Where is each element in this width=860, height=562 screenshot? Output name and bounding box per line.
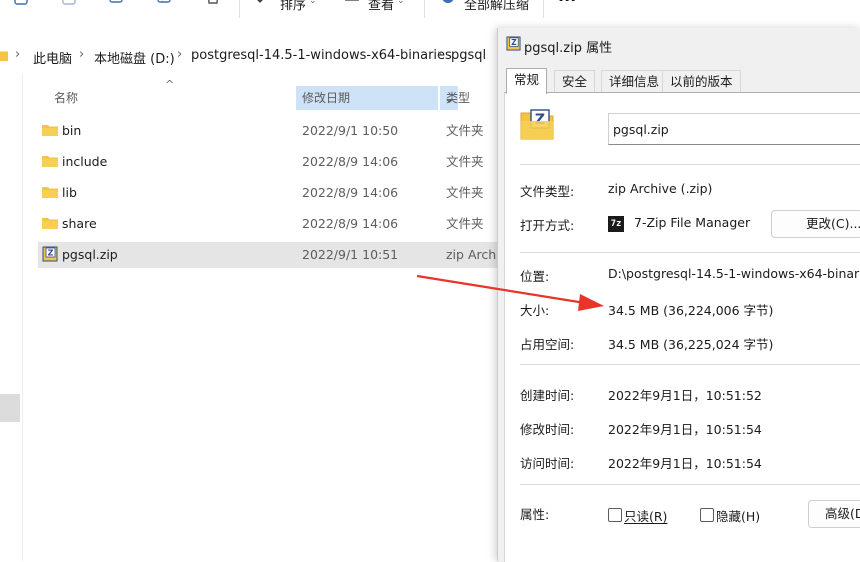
file-date: 2022/8/9 14:06 bbox=[302, 185, 399, 200]
readonly-label[interactable]: 只读(R) bbox=[624, 506, 667, 525]
file-name: include bbox=[62, 154, 108, 169]
location-label: 位置: bbox=[520, 269, 550, 284]
size-label: 大小: bbox=[520, 303, 550, 318]
file-name: pgsql.zip bbox=[62, 247, 118, 262]
size-value: 34.5 MB (36,224,006 字节) bbox=[608, 303, 774, 318]
file-type: zip Archi bbox=[446, 247, 500, 262]
file-date: 2022/8/9 14:06 bbox=[302, 216, 399, 231]
chevron-right-icon: › bbox=[79, 47, 85, 62]
sort-button[interactable]: 排序 bbox=[280, 0, 306, 13]
zip-file-icon: Z bbox=[42, 246, 58, 262]
file-date: 2022/9/1 10:51 bbox=[302, 247, 399, 262]
sort-icon bbox=[257, 0, 263, 3]
chevron-right-icon: › bbox=[177, 47, 183, 62]
zip-file-icon: Z bbox=[506, 36, 521, 51]
view-button[interactable]: 查看 bbox=[368, 0, 394, 13]
rename-icon[interactable] bbox=[106, 0, 128, 10]
file-type: 文件夹 bbox=[446, 216, 484, 231]
file-type-value: zip Archive (.zip) bbox=[608, 181, 713, 196]
svg-text:Z: Z bbox=[511, 38, 517, 47]
sort-chevron-icon: ⌄ bbox=[309, 0, 317, 6]
file-row-pgsql-zip[interactable]: Z pgsql.zip 2022/9/1 10:51 zip Archi bbox=[38, 242, 500, 268]
attributes-label: 属性: bbox=[520, 507, 550, 522]
opens-with-label: 打开方式: bbox=[520, 218, 575, 233]
filename-input[interactable] bbox=[608, 113, 860, 145]
chevron-right-icon: › bbox=[437, 47, 443, 62]
breadcrumb-local-disk-d[interactable]: 本地磁盘 (D:) bbox=[94, 48, 175, 67]
extract-all-button[interactable]: 全部解压缩 bbox=[464, 0, 529, 13]
file-date: 2022/8/9 14:06 bbox=[302, 154, 399, 169]
divider bbox=[520, 164, 860, 165]
file-name: bin bbox=[62, 123, 82, 138]
more-options-button[interactable]: ··· bbox=[558, 0, 576, 9]
file-name: share bbox=[62, 216, 97, 231]
toolbar-separator bbox=[239, 0, 240, 18]
file-type: 文件夹 bbox=[446, 154, 484, 169]
folder-icon bbox=[42, 125, 58, 136]
size-on-disk-value: 34.5 MB (36,225,024 字节) bbox=[608, 337, 774, 352]
chevron-right-icon: › bbox=[15, 47, 21, 62]
zip-file-large-icon: Z bbox=[520, 109, 554, 140]
file-row-include[interactable]: include 2022/8/9 14:06 文件夹 bbox=[38, 149, 498, 175]
properties-dialog: Z pgsql.zip 属性 常规 安全 详细信息 以前的版本 Z 文件类型: … bbox=[497, 28, 860, 562]
modified-value: 2022年9月1日，10:51:54 bbox=[608, 422, 762, 437]
divider bbox=[520, 484, 860, 485]
column-header-name[interactable]: 名称 bbox=[54, 86, 78, 110]
file-row-bin[interactable]: bin 2022/9/1 10:50 文件夹 bbox=[38, 118, 498, 144]
seven-zip-icon: 7z bbox=[608, 216, 624, 232]
toolbar-separator bbox=[543, 0, 544, 18]
column-header-type[interactable]: 类型 bbox=[446, 86, 470, 110]
folder-icon bbox=[0, 51, 8, 61]
tab-previous-versions[interactable]: 以前的版本 bbox=[662, 70, 741, 93]
created-value: 2022年9月1日，10:51:52 bbox=[608, 388, 762, 403]
extract-icon bbox=[442, 0, 454, 3]
tab-panel-general bbox=[504, 92, 860, 562]
copy-icon[interactable] bbox=[10, 0, 32, 10]
modified-label: 修改时间: bbox=[520, 422, 575, 437]
dialog-title: pgsql.zip 属性 bbox=[524, 41, 613, 56]
folder-icon bbox=[42, 156, 58, 167]
folder-icon bbox=[42, 218, 58, 229]
hidden-checkbox[interactable] bbox=[700, 508, 714, 522]
paste-icon[interactable] bbox=[58, 0, 80, 10]
file-row-lib[interactable]: lib 2022/8/9 14:06 文件夹 bbox=[38, 180, 498, 206]
readonly-checkbox[interactable] bbox=[608, 508, 622, 522]
view-icon bbox=[345, 0, 359, 1]
created-label: 创建时间: bbox=[520, 388, 575, 403]
svg-text:Z: Z bbox=[48, 249, 54, 258]
column-header-date-modified[interactable]: 修改日期 bbox=[296, 86, 438, 110]
share-icon[interactable] bbox=[154, 0, 176, 10]
tab-details[interactable]: 详细信息 bbox=[601, 70, 668, 93]
opens-with-value: 7-Zip File Manager bbox=[634, 215, 751, 230]
file-row-share[interactable]: share 2022/8/9 14:06 文件夹 bbox=[38, 211, 498, 237]
accessed-value: 2022年9月1日，10:51:54 bbox=[608, 456, 762, 471]
navigation-pane-selected-item[interactable] bbox=[0, 394, 20, 422]
file-type: 文件夹 bbox=[446, 123, 484, 138]
file-name: lib bbox=[62, 185, 77, 200]
delete-icon[interactable] bbox=[202, 0, 224, 10]
sort-ascending-icon: ^ bbox=[165, 78, 175, 91]
file-type: 文件夹 bbox=[446, 185, 484, 200]
advanced-button[interactable]: 高级(D)... bbox=[808, 500, 860, 528]
divider bbox=[520, 252, 860, 253]
view-chevron-icon: ⌄ bbox=[397, 0, 405, 6]
change-button[interactable]: 更改(C)... bbox=[771, 210, 860, 238]
tab-general[interactable]: 常规 bbox=[506, 68, 548, 94]
divider bbox=[520, 364, 860, 365]
breadcrumb-postgresql-folder[interactable]: postgresql-14.5-1-windows-x64-binaries bbox=[191, 48, 452, 63]
size-on-disk-label: 占用空间: bbox=[520, 337, 575, 352]
breadcrumb-this-pc[interactable]: 此电脑 bbox=[33, 48, 72, 67]
folder-icon bbox=[42, 187, 58, 198]
toolbar-separator bbox=[424, 0, 425, 18]
file-list: 名称 ^ 修改日期 ⌄ 类型 bin 2022/9/1 10:50 文件夹 in… bbox=[22, 74, 500, 561]
tab-security[interactable]: 安全 bbox=[554, 70, 596, 93]
file-type-label: 文件类型: bbox=[520, 184, 575, 199]
navigation-pane[interactable] bbox=[0, 74, 23, 561]
file-date: 2022/9/1 10:50 bbox=[302, 123, 399, 138]
location-value: D:\postgresql-14.5-1-windows-x64-binarie… bbox=[608, 266, 860, 281]
breadcrumb-pgsql[interactable]: pgsql bbox=[451, 48, 486, 63]
accessed-label: 访问时间: bbox=[520, 456, 575, 471]
hidden-label[interactable]: 隐藏(H) bbox=[716, 506, 760, 525]
